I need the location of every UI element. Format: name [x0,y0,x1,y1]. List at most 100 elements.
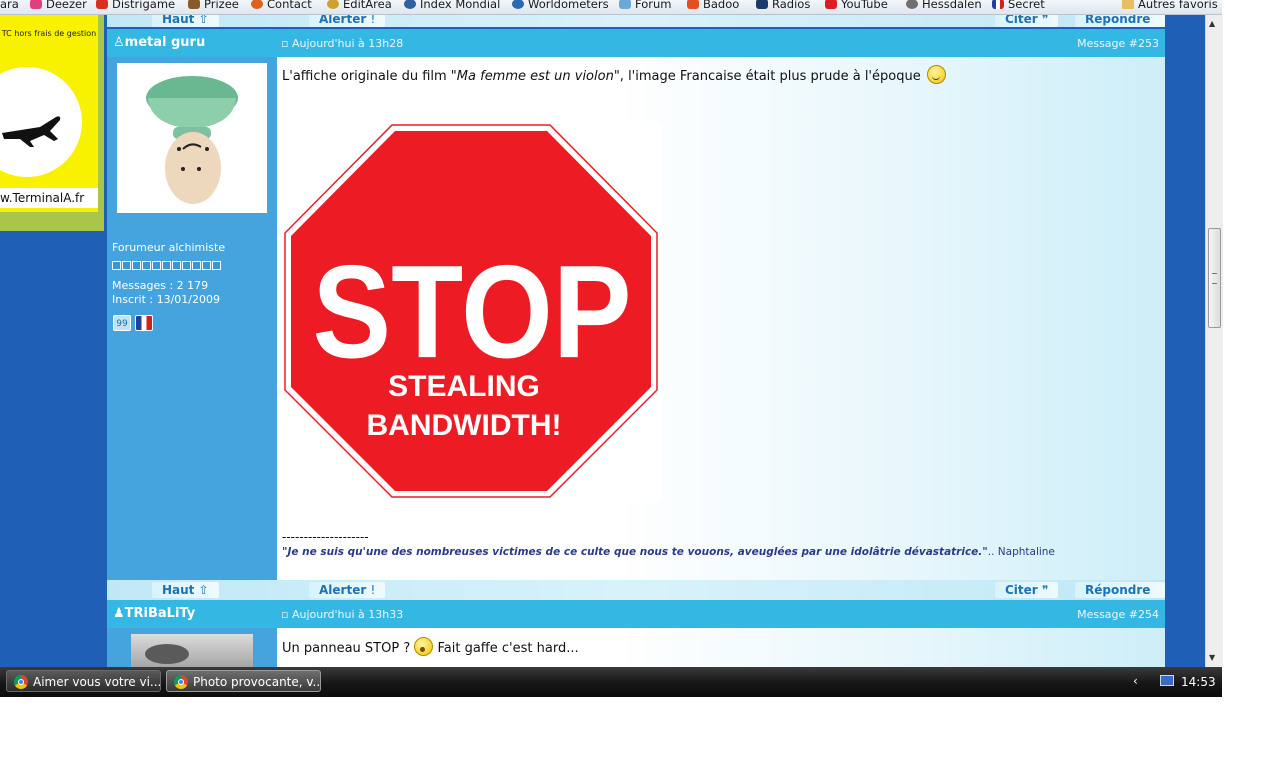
avatar[interactable] [117,63,267,213]
distrigame-icon [96,0,108,9]
username: metal guru [124,35,206,50]
chrome-icon [174,675,188,689]
ad-banner[interactable]: TC hors frais de gestion w.TerminalA.fr [0,15,104,231]
bookmark-label: Index Mondial [420,0,501,11]
bookmark-label: Distrigame [112,0,176,11]
post-text: L'affiche originale du film "Ma femme es… [282,65,946,84]
ad-url-strip: w.TerminalA.fr [0,188,98,208]
bookmark-label: ara [0,0,19,11]
youtube-icon [825,0,837,9]
user-icon: ♟ [113,606,125,621]
post-icon: ▫ [281,37,289,50]
bookmark-label: Radios [772,0,811,11]
bookmark-label: Hessdalen [922,0,982,11]
bookmark-item[interactable]: Hessdalen [906,0,982,11]
post-text: Un panneau STOP ? Fait gaffe c'est hard.… [282,637,579,656]
france-flag-icon[interactable] [135,315,153,331]
top-button[interactable]: Haut ⇧ [152,15,219,27]
scroll-down-arrow-icon[interactable]: ▼ [1209,653,1215,662]
author-name[interactable]: ♙metal guru [113,35,205,50]
message-number[interactable]: Message #253 [1077,37,1159,50]
stop-sign-image[interactable]: STOP STEALING BANDWIDTH! [282,122,662,502]
bookmark-item[interactable]: EditArea [327,0,392,11]
alert-label: Alerter [319,583,367,597]
stop-sign-graphic: STOP STEALING BANDWIDTH! [284,124,658,498]
bookmark-item[interactable]: Worldometers [512,0,609,11]
quote-icon: ❞ [1041,15,1049,26]
bookmark-label: Forum [635,0,672,11]
movie-title: Ma femme est un violon [456,69,614,84]
post-date-text: Aujourd'hui à 13h33 [291,608,404,621]
author-name[interactable]: ♟TRiBaLiTy [113,606,195,621]
bookmark-label: Badoo [703,0,740,11]
globe-icon [512,0,524,9]
bookmark-item[interactable]: Distrigame [96,0,175,11]
joined-date: Inscrit : 13/01/2009 [112,293,220,306]
reply-button[interactable]: Répondre » [1075,582,1165,613]
taskbar-item-active[interactable]: Photo provocante, v... [166,670,321,692]
avatar[interactable] [131,634,253,667]
scroll-up-arrow-icon[interactable]: ▲ [1209,19,1215,28]
bookmark-item[interactable]: Prizee [188,0,239,11]
bookmark-label: Contact [267,0,312,11]
post-actions-bar: Haut ⇧ Alerter ! Citer ❞ Répondre » [107,15,1165,27]
rank-squares [112,255,222,270]
other-bookmarks[interactable]: Autres favoris [1122,0,1218,11]
smiley-icon [926,65,946,84]
top-button[interactable]: Haut ⇧ [152,582,219,598]
bookmark-item[interactable]: Deezer [30,0,87,11]
reply-button[interactable]: Répondre » [1075,15,1165,27]
bookmark-label: Secret [1008,0,1045,11]
quote-icon: ❞ [1041,583,1049,597]
alert-button[interactable]: Alerter ! [309,582,386,598]
post-date: ▫ Aujourd'hui à 13h33 [281,608,403,621]
bookmark-item[interactable]: Index Mondial [404,0,500,11]
radio-icon [756,0,768,9]
bookmark-label: Prizee [204,0,239,11]
taskbar-item[interactable]: Aimer vous votre vi... [6,670,161,692]
bookmark-item[interactable]: ara [0,0,19,11]
bookmark-item[interactable]: Radios [756,0,810,11]
signature-rule: -------------------- [282,530,369,544]
bookmark-item[interactable]: YouTube [825,0,888,11]
author-profile: Forumeur alchimiste Messages : 2 179 Ins… [107,57,277,580]
network-icon[interactable] [1160,675,1174,686]
quote-button[interactable]: Citer ❞ [995,15,1059,27]
post-text-part: Fait gaffe c'est hard... [437,641,579,656]
post-body: L'affiche originale du film "Ma femme es… [277,57,1165,580]
airplane-icon [2,116,61,147]
bookmark-item[interactable]: Forum [619,0,671,11]
scroll-thumb[interactable] [1208,228,1221,328]
user-rank: Forumeur alchimiste [112,241,226,254]
messages-count: Messages : 2 179 [112,279,209,292]
badge[interactable]: 99 [113,315,131,331]
folder-icon [1122,0,1134,9]
post-header: ♟TRiBaLiTy ▫ Aujourd'hui à 13h33 Message… [107,600,1165,628]
surprised-smiley-icon [414,637,434,656]
message-number[interactable]: Message #254 [1077,608,1159,621]
prizee-icon [188,0,200,9]
tray-expand-icon[interactable]: ‹ [1133,674,1138,688]
bookmark-item[interactable]: Secret [992,0,1045,11]
author-profile [107,628,277,667]
bookmark-label: Deezer [46,0,87,11]
post-text-part: L'affiche originale du film " [282,69,457,84]
forum-icon [619,0,631,9]
alert-button[interactable]: Alerter ! [309,15,386,27]
quote-button[interactable]: Citer ❞ [995,582,1059,598]
stealing-text: STEALING [388,370,540,403]
hessdalen-icon [906,0,918,9]
top-label: Haut [162,15,195,26]
chrome-icon [14,675,28,689]
post-body: Un panneau STOP ? Fait gaffe c'est hard.… [277,628,1165,667]
avatar-eye [145,644,189,664]
vertical-scrollbar[interactable]: ▲ ▼ [1205,15,1223,667]
quote-label: Citer [1005,583,1038,597]
bookmark-item[interactable]: Badoo [687,0,739,11]
clock[interactable]: 14:53 [1181,675,1216,689]
bookmark-item[interactable]: Contact [251,0,312,11]
arrow-up-icon: ⇧ [198,15,209,26]
post-header: ♙metal guru ▫ Aujourd'hui à 13h28 Messag… [107,29,1165,57]
post-text-part: ", l'image Francaise était plus prude à … [613,69,921,84]
other-bookmarks-label: Autres favoris [1138,0,1218,11]
